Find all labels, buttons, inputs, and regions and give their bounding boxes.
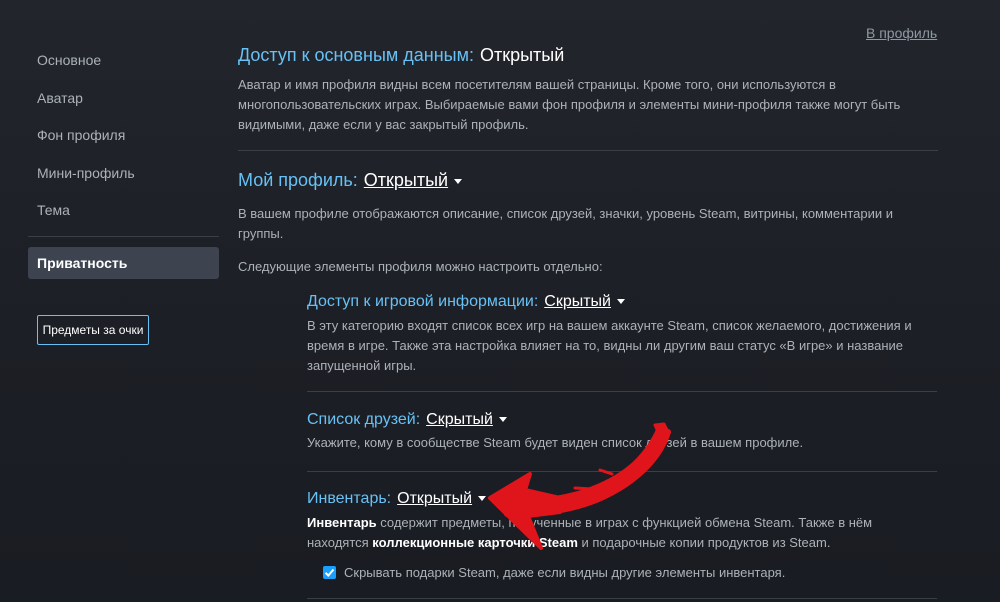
inventory-title: Инвентарь: bbox=[307, 490, 392, 507]
inventory-dropdown[interactable]: Открытый bbox=[397, 490, 472, 507]
sidebar-item-avatar[interactable]: Аватар bbox=[28, 80, 219, 118]
inventory-heading: Инвентарь: Открытый bbox=[307, 490, 937, 508]
divider bbox=[238, 150, 938, 151]
sidebar-divider bbox=[28, 235, 219, 237]
hide-gifts-checkbox[interactable] bbox=[323, 566, 336, 579]
basic-details-heading: Доступ к основным данным: Открытый bbox=[238, 45, 938, 66]
basic-details-description: Аватар и имя профиля видны всем посетите… bbox=[238, 77, 901, 132]
sidebar-item-theme[interactable]: Тема bbox=[28, 192, 219, 230]
basic-details-value: Открытый bbox=[479, 45, 565, 65]
hide-gifts-option[interactable]: Скрывать подарки Steam, даже если видны … bbox=[323, 565, 785, 580]
game-info-dropdown[interactable]: Скрытый bbox=[544, 293, 611, 310]
my-profile-description: В вашем профиле отображаются описание, с… bbox=[238, 206, 894, 241]
sidebar-item-mini-profile[interactable]: Мини-профиль bbox=[28, 155, 219, 193]
basic-details-title: Доступ к основным данным: bbox=[238, 45, 474, 65]
friends-list-dropdown[interactable]: Скрытый bbox=[426, 411, 493, 428]
friends-list-description: Укажите, кому в сообществе Steam будет в… bbox=[307, 435, 804, 450]
inventory-term: Инвентарь bbox=[307, 515, 377, 530]
divider bbox=[307, 391, 937, 392]
sidebar: Основное Аватар Фон профиля Мини-профиль… bbox=[28, 42, 219, 279]
game-info-section: Доступ к игровой информации: Скрытый В эт… bbox=[307, 293, 937, 376]
my-profile-title: Мой профиль: bbox=[238, 170, 358, 190]
chevron-down-icon[interactable] bbox=[454, 178, 463, 184]
trading-cards-term: коллекционные карточки Steam bbox=[372, 535, 578, 550]
my-profile-note: Следующие элементы профиля можно настрои… bbox=[238, 259, 603, 274]
checkmark-icon bbox=[324, 568, 335, 577]
my-profile-dropdown[interactable]: Открытый bbox=[364, 170, 448, 190]
sidebar-item-profile-background[interactable]: Фон профиля bbox=[28, 117, 219, 155]
my-profile-section: Мой профиль: Открытый В вашем профиле ото… bbox=[238, 170, 938, 277]
inventory-section: Инвентарь: Открытый Инвентарь содержит пр… bbox=[307, 490, 937, 553]
friends-list-title: Список друзей: bbox=[307, 411, 421, 428]
inventory-description: Инвентарь содержит предметы, полученные … bbox=[307, 513, 937, 553]
divider bbox=[307, 471, 937, 472]
points-shop-items-button[interactable]: Предметы за очки bbox=[37, 315, 149, 345]
chevron-down-icon[interactable] bbox=[616, 299, 625, 305]
inventory-description-part2: и подарочные копии продуктов из Steam. bbox=[577, 535, 831, 550]
friends-list-section: Список друзей: Скрытый Укажите, кому в со… bbox=[307, 411, 937, 453]
sidebar-item-general[interactable]: Основное bbox=[28, 42, 219, 80]
back-to-profile-link[interactable]: В профиль bbox=[866, 25, 937, 41]
basic-details-section: Доступ к основным данным: Открытый Аватар… bbox=[238, 45, 938, 135]
my-profile-heading: Мой профиль: Открытый bbox=[238, 170, 938, 191]
chevron-down-icon[interactable] bbox=[478, 496, 487, 502]
divider bbox=[307, 598, 937, 599]
friends-list-heading: Список друзей: Скрытый bbox=[307, 411, 937, 429]
game-info-description: В эту категорию входят список всех игр н… bbox=[307, 318, 912, 373]
game-info-title: Доступ к игровой информации: bbox=[307, 293, 539, 310]
chevron-down-icon[interactable] bbox=[498, 417, 507, 423]
sidebar-item-privacy[interactable]: Приватность bbox=[28, 246, 219, 279]
hide-gifts-label: Скрывать подарки Steam, даже если видны … bbox=[344, 565, 786, 580]
game-info-heading: Доступ к игровой информации: Скрытый bbox=[307, 293, 937, 311]
